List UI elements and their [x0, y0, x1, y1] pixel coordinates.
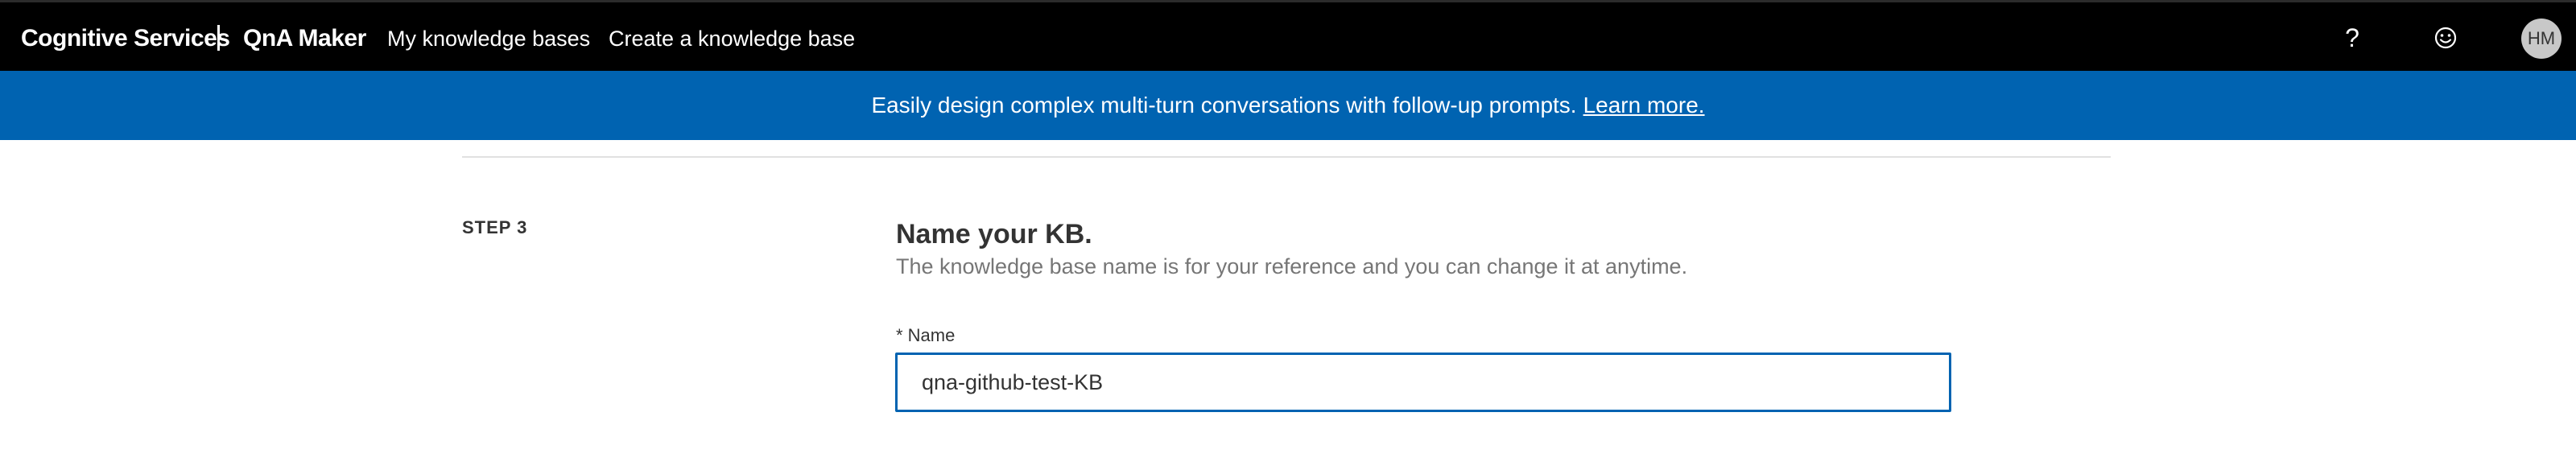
nav-create-knowledge-base[interactable]: Create a knowledge base [609, 27, 855, 52]
product-title[interactable]: QnA Maker [243, 25, 366, 52]
nav-my-knowledge-bases[interactable]: My knowledge bases [387, 27, 590, 52]
section-title: Name your KB. [896, 219, 1092, 249]
banner-text: Easily design complex multi-turn convers… [871, 93, 1577, 118]
brand-divider [217, 25, 220, 51]
brand-title[interactable]: Cognitive Services [21, 25, 230, 52]
learn-more-link[interactable]: Learn more. [1583, 93, 1705, 118]
avatar[interactable]: HM [2521, 19, 2562, 59]
section-divider [462, 156, 2111, 158]
name-field-label: * Name [896, 325, 956, 345]
top-nav: Cognitive Services QnA Maker My knowledg… [0, 0, 2576, 71]
section-description: The knowledge base name is for your refe… [896, 254, 1688, 278]
kb-name-input[interactable] [895, 353, 1951, 412]
announcement-banner: Easily design complex multi-turn convers… [0, 71, 2576, 140]
smile-icon[interactable] [2428, 20, 2463, 56]
help-icon[interactable]: ? [2334, 20, 2370, 56]
step-label: STEP 3 [462, 217, 528, 237]
